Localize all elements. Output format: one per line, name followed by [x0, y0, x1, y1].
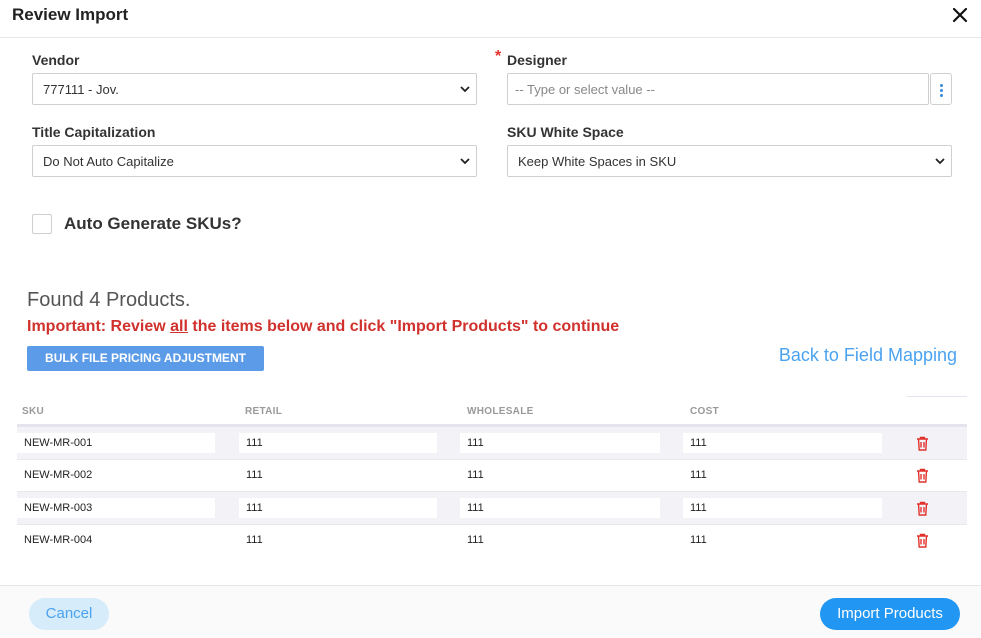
dialog-title: Review Import [12, 5, 129, 24]
table-row: NEW-MR-001 111 111 111 [17, 427, 967, 460]
designer-options-button[interactable] [930, 73, 952, 105]
wholesale-cell[interactable]: 111 [460, 433, 660, 453]
vendor-label: Vendor [32, 52, 80, 68]
wholesale-cell[interactable]: 111 [460, 530, 660, 550]
table-row: NEW-MR-002 111 111 111 [17, 459, 967, 492]
sku-cell[interactable]: NEW-MR-001 [17, 433, 215, 453]
auto-generate-label: Auto Generate SKUs? [64, 214, 242, 233]
retail-cell[interactable]: 111 [239, 498, 437, 518]
important-notice-emphasis: all [170, 318, 188, 335]
trash-icon[interactable] [916, 468, 929, 483]
sku-white-space-label: SKU White Space [507, 124, 624, 140]
title-capitalization-label: Title Capitalization [32, 124, 156, 140]
kebab-dot [940, 94, 943, 97]
important-notice-start: Important: Review [27, 318, 171, 335]
trash-icon[interactable] [916, 436, 929, 451]
chevron-down-icon [935, 158, 945, 165]
cancel-button[interactable]: Cancel [29, 598, 109, 630]
dialog-header: Review Import [0, 0, 981, 38]
sku-white-space-value: Keep White Spaces in SKU [518, 154, 677, 169]
trash-icon[interactable] [916, 501, 929, 516]
sku-cell[interactable]: NEW-MR-003 [17, 498, 215, 518]
chevron-down-icon [460, 86, 470, 93]
kebab-dot [940, 84, 943, 87]
column-header-sku: SKU [22, 406, 45, 417]
cost-cell[interactable]: 111 [683, 530, 882, 550]
table-row: NEW-MR-003 111 111 111 [17, 492, 967, 525]
chevron-down-icon [460, 158, 470, 165]
sku-white-space-select[interactable]: Keep White Spaces in SKU [507, 145, 952, 177]
cost-cell[interactable]: 111 [683, 465, 882, 485]
trash-icon[interactable] [916, 533, 929, 548]
designer-input[interactable]: -- Type or select value -- [507, 73, 929, 105]
wholesale-cell[interactable]: 111 [460, 498, 660, 518]
important-notice-end: the items below and click "Import Produc… [187, 318, 620, 335]
close-icon[interactable] [949, 4, 971, 26]
bulk-pricing-button[interactable]: BULK FILE PRICING ADJUSTMENT [27, 346, 264, 371]
sku-cell[interactable]: NEW-MR-004 [17, 530, 215, 550]
header-divider [907, 396, 967, 397]
retail-cell[interactable]: 111 [239, 530, 437, 550]
table-row: NEW-MR-004 111 111 111 [17, 524, 967, 557]
auto-generate-checkbox[interactable] [32, 214, 52, 234]
designer-placeholder: -- Type or select value -- [515, 82, 655, 97]
cost-cell[interactable]: 111 [683, 433, 882, 453]
cost-cell[interactable]: 111 [683, 498, 882, 518]
import-products-button[interactable]: Import Products [820, 598, 960, 630]
important-notice: Important: Review all the items below an… [27, 318, 619, 336]
column-header-wholesale: WHOLESALE [467, 406, 534, 417]
found-products-text: Found 4 Products. [27, 289, 191, 311]
designer-label: Designer [507, 52, 567, 68]
vendor-select-value: 777111 - Jov. [43, 82, 119, 97]
wholesale-cell[interactable]: 111 [460, 465, 660, 485]
vendor-select[interactable]: 777111 - Jov. [32, 73, 477, 105]
column-header-retail: RETAIL [245, 406, 283, 417]
required-marker: * [495, 48, 502, 65]
retail-cell[interactable]: 111 [239, 465, 437, 485]
title-capitalization-value: Do Not Auto Capitalize [43, 154, 174, 169]
column-header-cost: COST [690, 406, 719, 417]
sku-cell[interactable]: NEW-MR-002 [17, 465, 215, 485]
kebab-dot [940, 89, 943, 92]
retail-cell[interactable]: 111 [239, 433, 437, 453]
back-to-field-mapping-link[interactable]: Back to Field Mapping [779, 345, 957, 366]
title-capitalization-select[interactable]: Do Not Auto Capitalize [32, 145, 477, 177]
